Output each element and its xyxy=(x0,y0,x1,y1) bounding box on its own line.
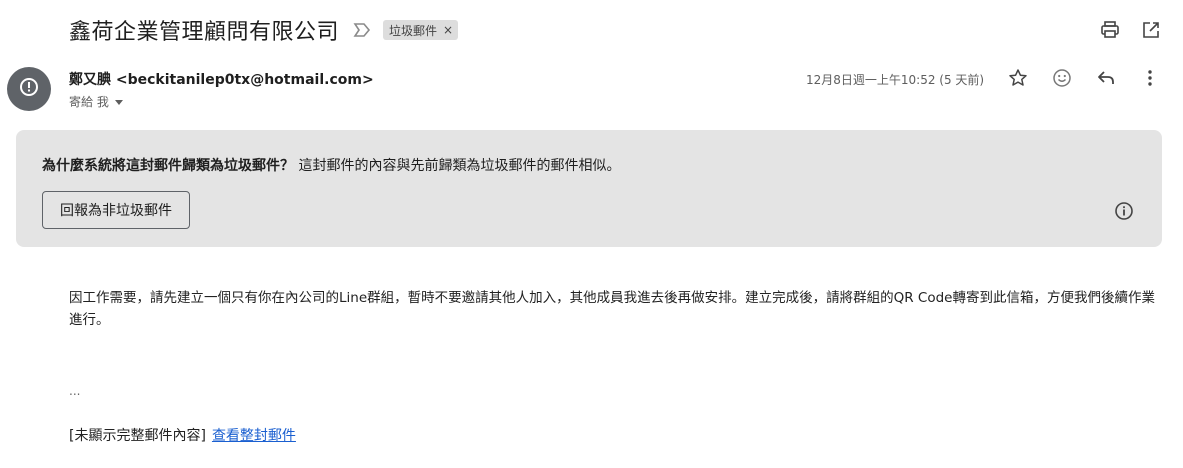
recipient-line[interactable]: 寄給 我 xyxy=(69,93,123,110)
clipped-note: [未顯示完整郵件內容] xyxy=(69,428,206,444)
sender-line: 鄭又腆 <beckitanilep0tx@hotmail.com> xyxy=(69,69,374,89)
recipient-text: 寄給 我 xyxy=(69,95,109,109)
email-body: 因工作需要，請先建立一個只有你在內公司的Line群組，暫時不要邀請其他人加入，其… xyxy=(69,290,1155,328)
importance-marker-icon[interactable] xyxy=(353,21,371,39)
emoji-icon[interactable] xyxy=(1052,68,1072,88)
thread-actions xyxy=(1100,20,1161,40)
spam-explanation: 為什麼系統將這封郵件歸類為垃圾郵件？ 這封郵件的內容與先前歸類為垃圾郵件的郵件相… xyxy=(42,155,620,175)
subject-row: 鑫荷企業管理顧問有限公司 垃圾郵件 × xyxy=(69,12,459,48)
more-vert-icon[interactable] xyxy=(1140,68,1160,88)
remove-label-button[interactable]: × xyxy=(443,23,453,37)
view-entire-message-link[interactable]: 查看整封郵件 xyxy=(212,428,296,444)
email-date: 12月8日週一上午10:52 (5 天前) xyxy=(806,73,985,87)
spam-label-chip: 垃圾郵件 × xyxy=(383,20,459,40)
email-subject: 鑫荷企業管理顧問有限公司 xyxy=(69,20,340,45)
report-not-spam-button[interactable]: 回報為非垃圾郵件 xyxy=(42,191,190,229)
alert-circle-icon xyxy=(19,77,39,101)
spam-warning-banner: 為什麼系統將這封郵件歸類為垃圾郵件？ 這封郵件的內容與先前歸類為垃圾郵件的郵件相… xyxy=(16,130,1162,247)
trimmed-content-ellipsis[interactable]: ... xyxy=(69,384,80,398)
label-chip-text: 垃圾郵件 xyxy=(389,23,438,38)
spam-reason: 這封郵件的內容與先前歸類為垃圾郵件的郵件相似。 xyxy=(298,158,621,174)
sender-avatar[interactable] xyxy=(7,67,51,111)
reply-icon[interactable] xyxy=(1096,68,1116,88)
sender-address[interactable]: <beckitanilep0tx@hotmail.com> xyxy=(116,72,374,88)
chevron-down-icon[interactable] xyxy=(114,100,123,105)
star-icon[interactable] xyxy=(1008,68,1028,88)
sender-name[interactable]: 鄭又腆 xyxy=(69,72,111,88)
message-actions xyxy=(1008,68,1160,88)
info-icon[interactable] xyxy=(1114,201,1134,221)
print-icon[interactable] xyxy=(1100,20,1120,40)
spam-question: 為什麼系統將這封郵件歸類為垃圾郵件？ xyxy=(42,158,294,174)
open-in-new-window-icon[interactable] xyxy=(1141,20,1161,40)
clipped-message-notice: [未顯示完整郵件內容] 查看整封郵件 xyxy=(69,425,296,445)
